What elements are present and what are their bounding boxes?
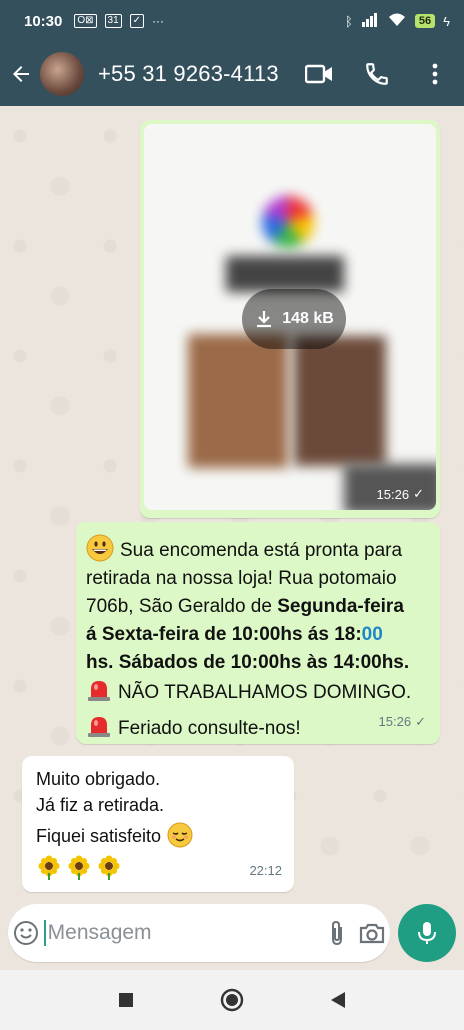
compose-box [8, 904, 390, 962]
status-bar: 10:30 O⊠ 31 ✓ ··· ᛒ 56 ϟ [0, 0, 464, 42]
wifi-icon [387, 13, 407, 30]
relieved-face-icon [167, 822, 193, 848]
compose-bar [0, 896, 464, 970]
chat-header: +55 31 9263-4113 [0, 42, 464, 106]
video-camera-icon [305, 64, 332, 84]
outlook-notification-icon: O⊠ [74, 14, 97, 28]
recents-button[interactable] [108, 982, 144, 1018]
circle-icon [220, 988, 244, 1012]
message-line: hs. Sábados de 10:00hs às 14:00hs. [86, 652, 410, 673]
sent-check-icon: ✓ [413, 486, 424, 501]
signal-icon [361, 12, 379, 30]
download-button[interactable]: 148 kB [242, 289, 346, 349]
download-icon [257, 311, 272, 328]
bluetooth-icon: ᛒ [345, 13, 353, 29]
nav-back-button[interactable] [320, 982, 356, 1018]
emoji-button[interactable] [8, 904, 44, 962]
message-line: retirada na nossa loja! Rua potomaio [86, 568, 397, 589]
message-line: á Sexta-feira de 10:00hs ás 18:00 [86, 624, 383, 645]
status-time: 10:30 [24, 12, 63, 30]
more-notifications-icon: ··· [152, 14, 165, 28]
message-line [36, 855, 280, 882]
attach-button[interactable] [319, 904, 355, 962]
message-input[interactable] [43, 920, 319, 946]
sunflower-icon [98, 855, 120, 880]
avatar[interactable] [40, 52, 84, 96]
siren-icon [88, 681, 110, 701]
more-vert-icon [432, 63, 438, 85]
incoming-message[interactable]: Muito obrigado. Já fiz a retirada. Fique… [22, 756, 294, 892]
microphone-icon [418, 922, 436, 944]
message-time: 15:26 [378, 714, 412, 729]
contact-name[interactable]: +55 31 9263-4113 [98, 61, 279, 87]
text-message[interactable]: Sua encomenda está pronta para retirada … [76, 522, 440, 744]
message-line: Muito obrigado. [36, 769, 161, 789]
message-line: NÃO TRABALHAMOS DOMINGO. [86, 677, 428, 707]
delivered-check-icon: ✓ [415, 714, 426, 729]
chat-area[interactable]: 148 kB 15:26 ✓ Sua encomenda está pronta… [0, 106, 464, 896]
voice-record-button[interactable] [398, 904, 456, 962]
time-link[interactable]: 00 [362, 624, 383, 645]
emoji-icon [13, 921, 38, 945]
system-nav-bar [0, 970, 464, 1030]
task-notification-icon: ✓ [129, 14, 145, 28]
file-size: 148 kB [282, 310, 334, 327]
back-button[interactable] [4, 42, 38, 106]
message-line: Sua encomenda está pronta para [86, 534, 428, 565]
image-message[interactable]: 148 kB 15:26 ✓ [140, 120, 440, 518]
camera-icon [360, 923, 385, 944]
image-thumbnail[interactable]: 148 kB 15:26 ✓ [144, 124, 436, 510]
message-time: 22:12 [249, 863, 282, 878]
message-time: 15:26 [376, 486, 410, 502]
camera-button[interactable] [354, 904, 390, 962]
siren-icon [88, 717, 110, 737]
arrow-left-icon [13, 66, 29, 82]
sunflower-icon [68, 855, 90, 880]
home-button[interactable] [214, 982, 250, 1018]
voice-call-button[interactable] [348, 42, 406, 106]
battery-icon: 56 [414, 14, 436, 28]
more-options-button[interactable] [406, 42, 464, 106]
phone-icon [366, 63, 388, 85]
message-line: Já fiz a retirada. [36, 795, 165, 815]
square-icon [119, 993, 133, 1007]
calendar-notification-icon: 31 [104, 14, 122, 28]
charging-icon: ϟ [443, 13, 450, 29]
grinning-face-icon [86, 534, 114, 562]
triangle-back-icon [331, 992, 345, 1008]
sunflower-icon [38, 855, 60, 880]
paperclip-icon [331, 920, 342, 946]
message-line: 706b, São Geraldo de Segunda-feira [86, 596, 404, 617]
message-line: Feriado consulte-nos! [86, 713, 428, 743]
video-call-button[interactable] [290, 42, 348, 106]
message-line: Fiquei satisfeito [36, 822, 280, 849]
